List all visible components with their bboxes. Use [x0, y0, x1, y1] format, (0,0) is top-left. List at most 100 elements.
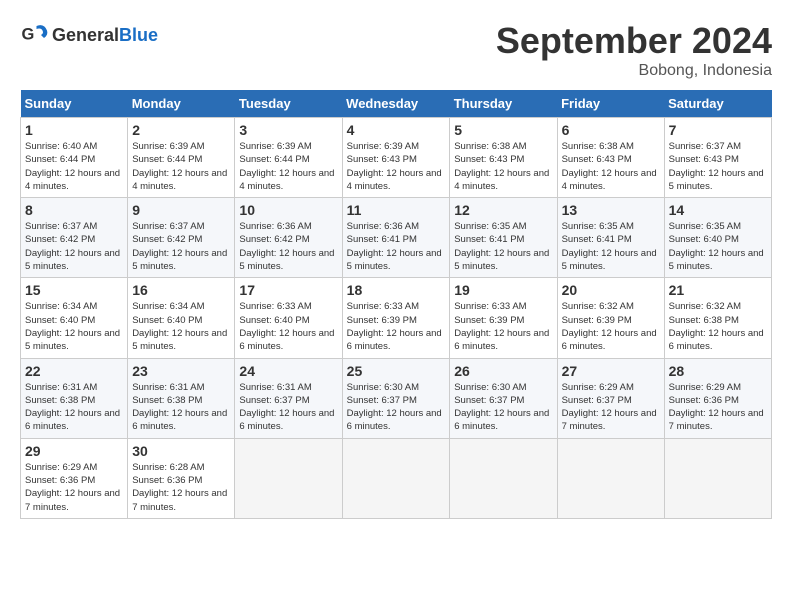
day-number: 29 [25, 443, 123, 459]
day-info: Sunrise: 6:29 AMSunset: 6:36 PMDaylight:… [25, 461, 123, 514]
day-info: Sunrise: 6:39 AMSunset: 6:44 PMDaylight:… [239, 140, 337, 193]
day-number: 1 [25, 122, 123, 138]
column-header-sunday: Sunday [21, 90, 128, 118]
calendar-table: SundayMondayTuesdayWednesdayThursdayFrid… [20, 90, 772, 519]
day-info: Sunrise: 6:35 AMSunset: 6:41 PMDaylight:… [562, 220, 660, 273]
calendar-cell: 10 Sunrise: 6:36 AMSunset: 6:42 PMDayligh… [235, 198, 342, 278]
day-info: Sunrise: 6:38 AMSunset: 6:43 PMDaylight:… [562, 140, 660, 193]
calendar-cell: 11Sunrise: 6:36 AMSunset: 6:41 PMDayligh… [342, 198, 450, 278]
column-header-saturday: Saturday [664, 90, 771, 118]
day-info: Sunrise: 6:30 AMSunset: 6:37 PMDaylight:… [454, 381, 552, 434]
calendar-cell: 24 Sunrise: 6:31 AMSunset: 6:37 PMDayligh… [235, 358, 342, 438]
calendar-cell [557, 438, 664, 518]
day-info: Sunrise: 6:37 AMSunset: 6:42 PMDaylight:… [132, 220, 230, 273]
location-title: Bobong, Indonesia [496, 62, 772, 80]
page-header: G GeneralBlue September 2024 Bobong, Ind… [20, 20, 772, 80]
day-number: 20 [562, 282, 660, 298]
day-info: Sunrise: 6:32 AMSunset: 6:38 PMDaylight:… [669, 300, 767, 353]
title-block: September 2024 Bobong, Indonesia [496, 20, 772, 80]
day-number: 28 [669, 363, 767, 379]
calendar-cell: 7 Sunrise: 6:37 AMSunset: 6:43 PMDaylight… [664, 118, 771, 198]
day-number: 24 [239, 363, 337, 379]
calendar-cell: 30Sunrise: 6:28 AMSunset: 6:36 PMDayligh… [128, 438, 235, 518]
day-number: 13 [562, 202, 660, 218]
day-info: Sunrise: 6:33 AMSunset: 6:39 PMDaylight:… [347, 300, 446, 353]
day-info: Sunrise: 6:31 AMSunset: 6:38 PMDaylight:… [132, 381, 230, 434]
day-number: 10 [239, 202, 337, 218]
calendar-cell: 3 Sunrise: 6:39 AMSunset: 6:44 PMDaylight… [235, 118, 342, 198]
day-number: 4 [347, 122, 446, 138]
month-title: September 2024 [496, 20, 772, 62]
day-number: 2 [132, 122, 230, 138]
logo-text-blue: Blue [119, 25, 158, 45]
column-header-monday: Monday [128, 90, 235, 118]
day-info: Sunrise: 6:35 AMSunset: 6:41 PMDaylight:… [454, 220, 552, 273]
day-info: Sunrise: 6:38 AMSunset: 6:43 PMDaylight:… [454, 140, 552, 193]
calendar-cell: 1 Sunrise: 6:40 AMSunset: 6:44 PMDaylight… [21, 118, 128, 198]
calendar-cell: 15Sunrise: 6:34 AMSunset: 6:40 PMDayligh… [21, 278, 128, 358]
logo: G GeneralBlue [20, 20, 158, 50]
day-number: 19 [454, 282, 552, 298]
day-number: 18 [347, 282, 446, 298]
day-number: 7 [669, 122, 767, 138]
day-info: Sunrise: 6:31 AMSunset: 6:38 PMDaylight:… [25, 381, 123, 434]
day-info: Sunrise: 6:37 AMSunset: 6:43 PMDaylight:… [669, 140, 767, 193]
calendar-week-4: 22 Sunrise: 6:31 AMSunset: 6:38 PMDayligh… [21, 358, 772, 438]
calendar-week-1: 1 Sunrise: 6:40 AMSunset: 6:44 PMDaylight… [21, 118, 772, 198]
svg-text:G: G [22, 26, 35, 44]
day-number: 25 [347, 363, 446, 379]
calendar-cell: 23 Sunrise: 6:31 AMSunset: 6:38 PMDayligh… [128, 358, 235, 438]
column-header-thursday: Thursday [450, 90, 557, 118]
day-info: Sunrise: 6:30 AMSunset: 6:37 PMDaylight:… [347, 381, 446, 434]
day-info: Sunrise: 6:31 AMSunset: 6:37 PMDaylight:… [239, 381, 337, 434]
day-info: Sunrise: 6:40 AMSunset: 6:44 PMDaylight:… [25, 140, 123, 193]
day-number: 11 [347, 202, 446, 218]
day-number: 3 [239, 122, 337, 138]
calendar-cell: 6Sunrise: 6:38 AMSunset: 6:43 PMDaylight… [557, 118, 664, 198]
day-number: 27 [562, 363, 660, 379]
day-number: 26 [454, 363, 552, 379]
day-info: Sunrise: 6:34 AMSunset: 6:40 PMDaylight:… [132, 300, 230, 353]
column-header-friday: Friday [557, 90, 664, 118]
day-info: Sunrise: 6:29 AMSunset: 6:37 PMDaylight:… [562, 381, 660, 434]
calendar-cell: 25 Sunrise: 6:30 AMSunset: 6:37 PMDayligh… [342, 358, 450, 438]
calendar-cell: 4 Sunrise: 6:39 AMSunset: 6:43 PMDaylight… [342, 118, 450, 198]
calendar-cell [342, 438, 450, 518]
logo-icon: G [20, 20, 50, 50]
day-info: Sunrise: 6:33 AMSunset: 6:39 PMDaylight:… [454, 300, 552, 353]
day-info: Sunrise: 6:36 AMSunset: 6:42 PMDaylight:… [239, 220, 337, 273]
day-number: 22 [25, 363, 123, 379]
calendar-cell: 13 Sunrise: 6:35 AMSunset: 6:41 PMDayligh… [557, 198, 664, 278]
day-number: 5 [454, 122, 552, 138]
day-number: 14 [669, 202, 767, 218]
calendar-cell: 5 Sunrise: 6:38 AMSunset: 6:43 PMDaylight… [450, 118, 557, 198]
calendar-cell: 22 Sunrise: 6:31 AMSunset: 6:38 PMDayligh… [21, 358, 128, 438]
day-number: 8 [25, 202, 123, 218]
calendar-cell: 2 Sunrise: 6:39 AMSunset: 6:44 PMDaylight… [128, 118, 235, 198]
calendar-week-3: 15 Sunrise: 6:34 AMSunset: 6:40 PMDayligh… [21, 278, 772, 358]
day-info: Sunrise: 6:32 AMSunset: 6:39 PMDaylight:… [562, 300, 660, 353]
calendar-cell: 28Sunrise: 6:29 AMSunset: 6:36 PMDayligh… [664, 358, 771, 438]
day-number: 16 [132, 282, 230, 298]
day-number: 15 [25, 282, 123, 298]
day-number: 12 [454, 202, 552, 218]
calendar-cell: 27 Sunrise: 6:29 AMSunset: 6:37 PMDayligh… [557, 358, 664, 438]
calendar-cell: 17Sunrise: 6:33 AMSunset: 6:40 PMDayligh… [235, 278, 342, 358]
day-info: Sunrise: 6:39 AMSunset: 6:44 PMDaylight:… [132, 140, 230, 193]
calendar-cell: 29 Sunrise: 6:29 AMSunset: 6:36 PMDayligh… [21, 438, 128, 518]
logo-text-general: General [52, 25, 119, 45]
day-number: 30 [132, 443, 230, 459]
day-number: 23 [132, 363, 230, 379]
calendar-week-2: 8 Sunrise: 6:37 AMSunset: 6:42 PMDaylight… [21, 198, 772, 278]
day-info: Sunrise: 6:35 AMSunset: 6:40 PMDaylight:… [669, 220, 767, 273]
calendar-cell: 16 Sunrise: 6:34 AMSunset: 6:40 PMDayligh… [128, 278, 235, 358]
calendar-body: 1 Sunrise: 6:40 AMSunset: 6:44 PMDaylight… [21, 118, 772, 519]
day-number: 17 [239, 282, 337, 298]
day-info: Sunrise: 6:39 AMSunset: 6:43 PMDaylight:… [347, 140, 446, 193]
calendar-cell: 18 Sunrise: 6:33 AMSunset: 6:39 PMDayligh… [342, 278, 450, 358]
calendar-cell: 9Sunrise: 6:37 AMSunset: 6:42 PMDaylight… [128, 198, 235, 278]
day-number: 21 [669, 282, 767, 298]
calendar-header: SundayMondayTuesdayWednesdayThursdayFrid… [21, 90, 772, 118]
column-header-wednesday: Wednesday [342, 90, 450, 118]
day-info: Sunrise: 6:37 AMSunset: 6:42 PMDaylight:… [25, 220, 123, 273]
